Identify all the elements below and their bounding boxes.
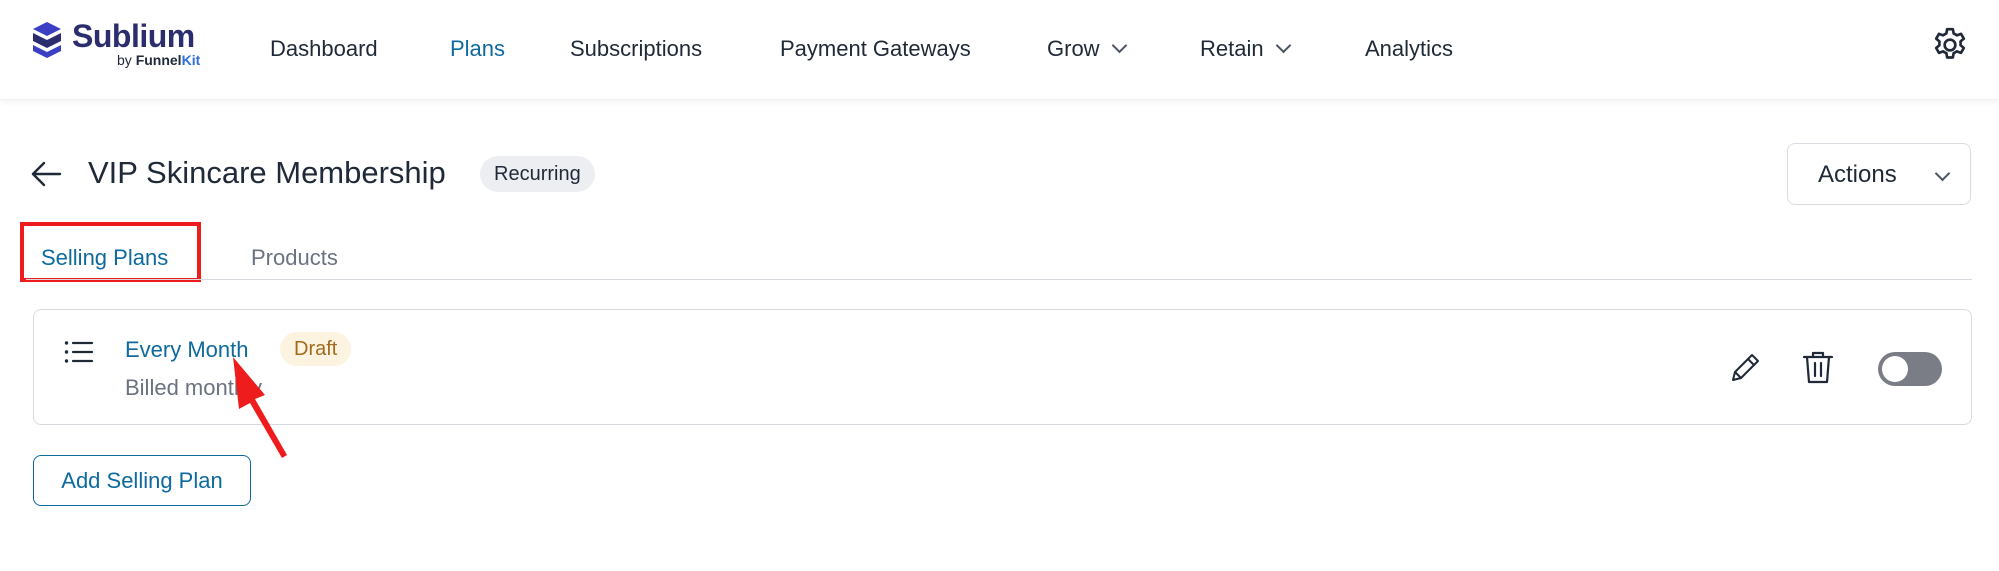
actions-dropdown-button[interactable]: Actions bbox=[1787, 143, 1971, 205]
chevron-down-icon bbox=[1275, 37, 1291, 54]
nav-payment-gateways[interactable]: Payment Gateways bbox=[780, 36, 971, 62]
page-title: VIP Skincare Membership bbox=[88, 155, 446, 190]
chevron-down-icon bbox=[1111, 37, 1127, 54]
nav-subscriptions[interactable]: Subscriptions bbox=[570, 36, 702, 62]
drag-handle-list-icon[interactable] bbox=[64, 339, 94, 365]
annotation-highlight-box bbox=[20, 222, 201, 282]
toggle-knob bbox=[1882, 356, 1908, 382]
pencil-edit-icon[interactable] bbox=[1728, 351, 1762, 385]
nav-dashboard[interactable]: Dashboard bbox=[270, 36, 378, 62]
nav-retain[interactable]: Retain bbox=[1200, 36, 1291, 62]
plan-billing-description: Billed monthly bbox=[125, 375, 262, 400]
sublium-logo-mark bbox=[33, 22, 61, 58]
tab-products[interactable]: Products bbox=[251, 245, 338, 271]
brand-byline: by FunnelKit bbox=[117, 52, 200, 68]
nav-grow[interactable]: Grow bbox=[1047, 36, 1127, 62]
nav-analytics[interactable]: Analytics bbox=[1365, 36, 1453, 62]
plan-type-badge: Recurring bbox=[480, 156, 595, 192]
byline-brand: Funnel bbox=[135, 52, 182, 68]
add-selling-plan-button[interactable]: Add Selling Plan bbox=[33, 455, 251, 506]
plan-name-link[interactable]: Every Month bbox=[125, 337, 249, 363]
tabs-divider bbox=[26, 279, 1972, 280]
actions-label: Actions bbox=[1818, 161, 1897, 188]
brand-name: Sublium bbox=[72, 18, 195, 54]
selling-plan-card bbox=[33, 309, 1972, 425]
trash-icon[interactable] bbox=[1801, 349, 1835, 385]
nav-retain-label: Retain bbox=[1200, 36, 1264, 61]
gear-icon[interactable] bbox=[1930, 25, 1970, 65]
byline-brand-suffix: Kit bbox=[181, 52, 201, 68]
byline-prefix: by bbox=[117, 52, 132, 68]
nav-grow-label: Grow bbox=[1047, 36, 1100, 61]
sublium-logo[interactable]: Sublium by FunnelKit bbox=[30, 18, 220, 74]
chevron-down-icon bbox=[1934, 165, 1951, 182]
arrow-left-icon[interactable] bbox=[28, 156, 64, 192]
status-badge: Draft bbox=[280, 332, 352, 366]
nav-plans[interactable]: Plans bbox=[450, 36, 505, 62]
plan-enabled-toggle[interactable] bbox=[1878, 352, 1942, 386]
top-navigation-bar: Sublium by FunnelKit Dashboard Plans Sub… bbox=[0, 0, 1999, 100]
